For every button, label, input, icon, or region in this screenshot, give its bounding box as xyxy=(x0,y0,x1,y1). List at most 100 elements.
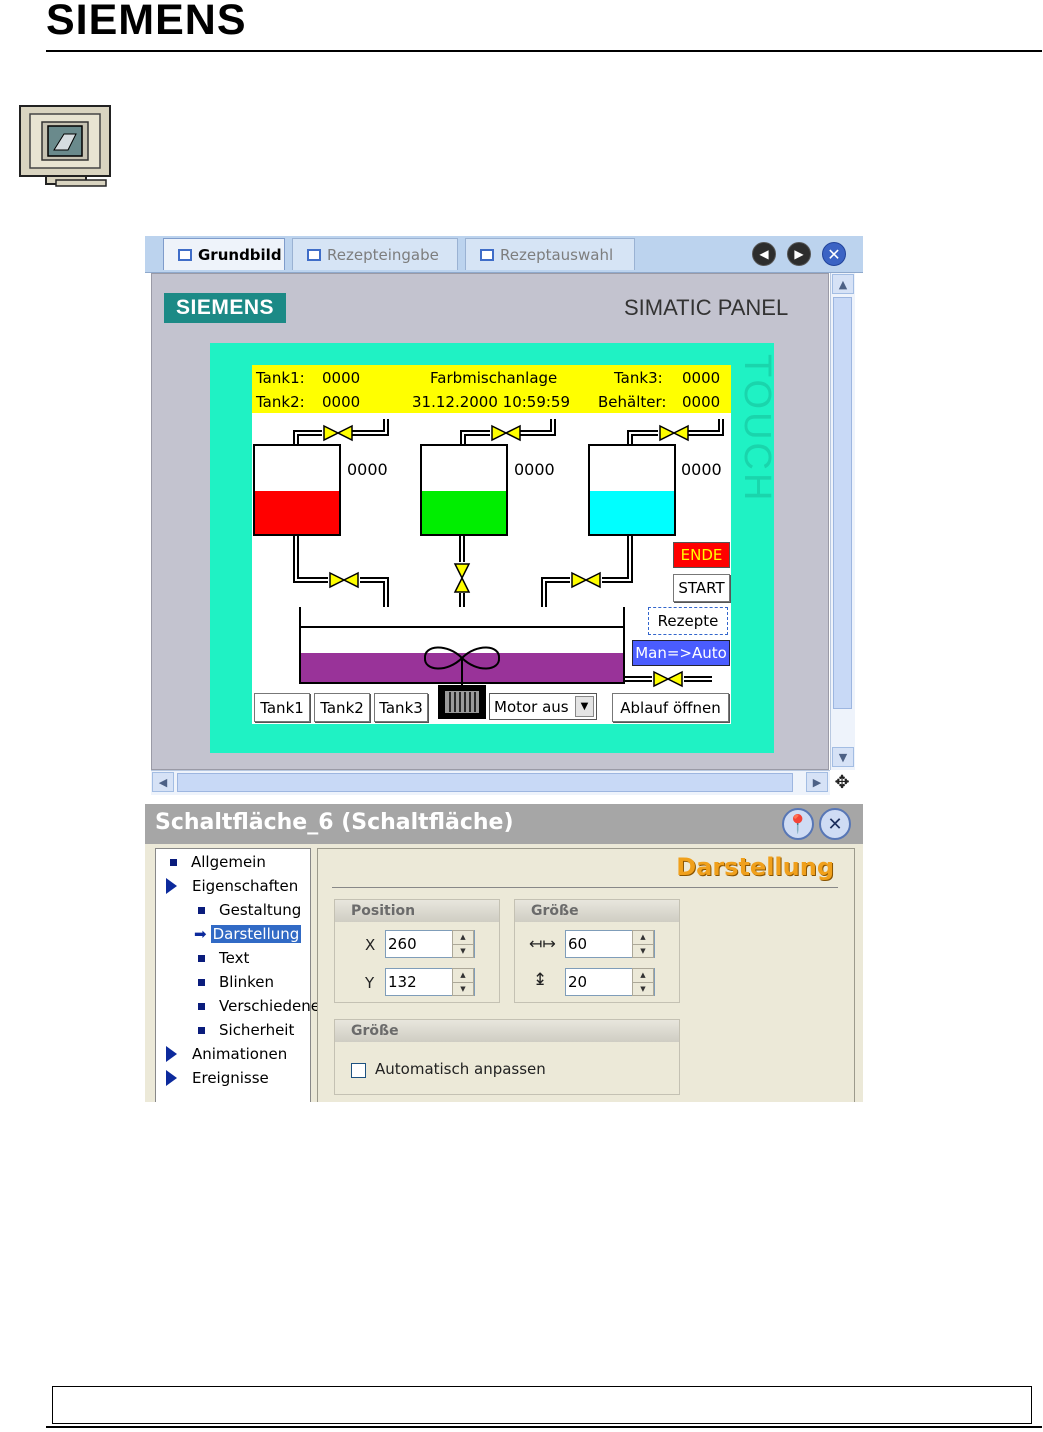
valve-drain-icon xyxy=(653,670,683,688)
vertical-scroll-thumb[interactable] xyxy=(833,297,852,709)
section-title: Darstellung xyxy=(676,853,834,881)
auto-fit-label: Automatisch anpassen xyxy=(375,1060,546,1078)
arrow-left-icon: ◀ xyxy=(759,247,769,261)
autosize-group: Größe Automatisch anpassen xyxy=(334,1019,680,1095)
tank-3-level: 0000 xyxy=(681,460,722,479)
computer-monitor-icon xyxy=(19,105,111,187)
tank1-label: Tank1: xyxy=(256,369,305,387)
tank2-value: 0000 xyxy=(322,393,361,411)
tab-rezepteingabe[interactable]: Rezepteingabe xyxy=(292,238,458,270)
ende-button[interactable]: ENDE xyxy=(673,542,730,568)
bullet-icon xyxy=(198,906,205,914)
tank3-label: Tank3: xyxy=(614,369,663,387)
pin-button[interactable]: 📍 xyxy=(782,808,814,840)
motor-select[interactable]: Motor aus ▼ xyxy=(489,693,597,720)
previous-tab-button[interactable]: ◀ xyxy=(752,242,776,266)
spin-up-icon[interactable]: ▲ xyxy=(453,931,473,945)
chevron-left-icon: ◀ xyxy=(158,775,168,789)
container-label: Behälter: xyxy=(598,393,667,411)
datetime-display: 31.12.2000 10:59:59 xyxy=(412,393,571,411)
width-spinner[interactable]: ▲ ▼ xyxy=(632,930,654,958)
tree-item-ereignisse[interactable]: Ereignisse xyxy=(166,1069,269,1087)
scroll-up-button[interactable]: ▲ xyxy=(832,274,854,294)
panel-touch-label: TOUCH xyxy=(736,354,778,504)
tank3-button[interactable]: Tank3 xyxy=(374,693,428,722)
height-spinner[interactable]: ▲ ▼ xyxy=(632,968,654,996)
auto-fit-checkbox[interactable] xyxy=(351,1063,366,1078)
scroll-right-button[interactable]: ▶ xyxy=(806,772,828,792)
width-icon: ↤↦ xyxy=(529,934,556,953)
man-auto-button[interactable]: Man=>Auto xyxy=(632,640,730,666)
chevron-up-icon: ▲ xyxy=(838,277,848,291)
footer-box xyxy=(52,1386,1032,1424)
wincc-editor-window: Grundbild Rezepteingabe Rezeptauswahl ◀ … xyxy=(145,236,863,1102)
valve-inlet-3-icon xyxy=(659,424,689,442)
valve-outlet-1-icon xyxy=(329,571,359,589)
screen-editor-canvas: SIEMENS SIMATIC PANEL Tank1: 0000 Tank2:… xyxy=(151,273,829,770)
tab-rezeptauswahl[interactable]: Rezeptauswahl xyxy=(465,238,635,270)
tank2-button[interactable]: Tank2 xyxy=(314,693,370,722)
position-group-header: Position xyxy=(335,900,499,922)
horizontal-scrollbar[interactable]: ◀ ▶ xyxy=(151,770,830,795)
tank-1-level: 0000 xyxy=(347,460,388,479)
properties-title-bar: Schaltfläche_6 (Schaltfläche) 📍 ✕ xyxy=(145,804,863,844)
spin-up-icon[interactable]: ▲ xyxy=(633,969,653,983)
hmi-screen: Tank1: 0000 Tank2: 0000 Farbmischanlage … xyxy=(252,365,731,724)
tree-item-animationen[interactable]: Animationen xyxy=(166,1045,287,1063)
tree-item-gestaltung[interactable]: Gestaltung xyxy=(198,901,301,919)
spin-down-icon[interactable]: ▼ xyxy=(453,945,473,958)
status-header-bar: Tank1: 0000 Tank2: 0000 Farbmischanlage … xyxy=(252,365,731,413)
screen-icon xyxy=(480,248,494,261)
properties-title: Schaltfläche_6 (Schaltfläche) xyxy=(155,810,514,835)
spin-down-icon[interactable]: ▼ xyxy=(633,945,653,958)
close-properties-button[interactable]: ✕ xyxy=(819,808,851,840)
arrow-right-icon: ▶ xyxy=(794,247,804,261)
scroll-left-button[interactable]: ◀ xyxy=(152,772,174,792)
tank1-button[interactable]: Tank1 xyxy=(254,693,310,722)
close-icon: ✕ xyxy=(827,244,841,264)
scroll-down-button[interactable]: ▼ xyxy=(832,747,854,767)
height-icon: ↨ xyxy=(533,970,548,990)
section-divider xyxy=(332,887,838,888)
move-icon[interactable]: ✥ xyxy=(832,772,852,793)
tab-label: Rezepteingabe xyxy=(327,245,439,264)
position-group: Position X 260 ▲ ▼ Y 132 ▲ ▼ xyxy=(334,899,500,1003)
spin-down-icon[interactable]: ▼ xyxy=(633,983,653,996)
property-page: Darstellung Position X 260 ▲ ▼ Y 132 ▲ ▼ G… xyxy=(317,848,855,1102)
horizontal-scroll-thumb[interactable] xyxy=(177,773,793,792)
spin-up-icon[interactable]: ▲ xyxy=(633,931,653,945)
y-spinner[interactable]: ▲ ▼ xyxy=(452,968,474,996)
tank1-value: 0000 xyxy=(322,369,361,387)
valve-inlet-2-icon xyxy=(491,424,521,442)
x-label: X xyxy=(365,936,376,954)
bullet-icon xyxy=(198,1026,205,1034)
tree-item-verschiedene[interactable]: Verschiedene xyxy=(198,997,320,1015)
size-group: Größe ↤↦ 60 ▲ ▼ ↨ 20 ▲ ▼ xyxy=(514,899,680,1003)
tree-item-blinken[interactable]: Blinken xyxy=(198,973,274,991)
tree-item-text[interactable]: Text xyxy=(198,949,249,967)
tree-item-darstellung[interactable]: ➡ Darstellung xyxy=(194,925,302,943)
tank2-label: Tank2: xyxy=(256,393,305,411)
tree-item-eigenschaften[interactable]: Eigenschaften xyxy=(166,877,298,895)
expand-arrow-icon xyxy=(166,1070,177,1086)
tab-grundbild[interactable]: Grundbild xyxy=(163,238,285,270)
x-spinner[interactable]: ▲ ▼ xyxy=(452,930,474,958)
spin-up-icon[interactable]: ▲ xyxy=(453,969,473,983)
y-label: Y xyxy=(365,974,375,992)
rezepte-button[interactable]: Rezepte xyxy=(648,607,728,635)
footer-rule xyxy=(46,1426,1042,1428)
tree-item-allgemein[interactable]: Allgemein xyxy=(170,853,266,871)
ablauf-button[interactable]: Ablauf öffnen xyxy=(612,693,729,722)
next-tab-button[interactable]: ▶ xyxy=(787,242,811,266)
tree-item-sicherheit[interactable]: Sicherheit xyxy=(198,1021,294,1039)
motor-select-value: Motor aus xyxy=(494,697,569,716)
header-rule xyxy=(46,50,1042,52)
valve-outlet-2-icon xyxy=(453,563,471,593)
spin-down-icon[interactable]: ▼ xyxy=(453,983,473,996)
close-editor-button[interactable]: ✕ xyxy=(822,242,846,266)
start-button[interactable]: START xyxy=(673,574,730,602)
panel-bezel: Tank1: 0000 Tank2: 0000 Farbmischanlage … xyxy=(210,343,774,753)
properties-body: Allgemein Eigenschaften Gestaltung ➡ Dars… xyxy=(145,844,863,1102)
vertical-scrollbar[interactable]: ▲ ▼ xyxy=(830,273,855,770)
tank3-value: 0000 xyxy=(682,369,721,387)
